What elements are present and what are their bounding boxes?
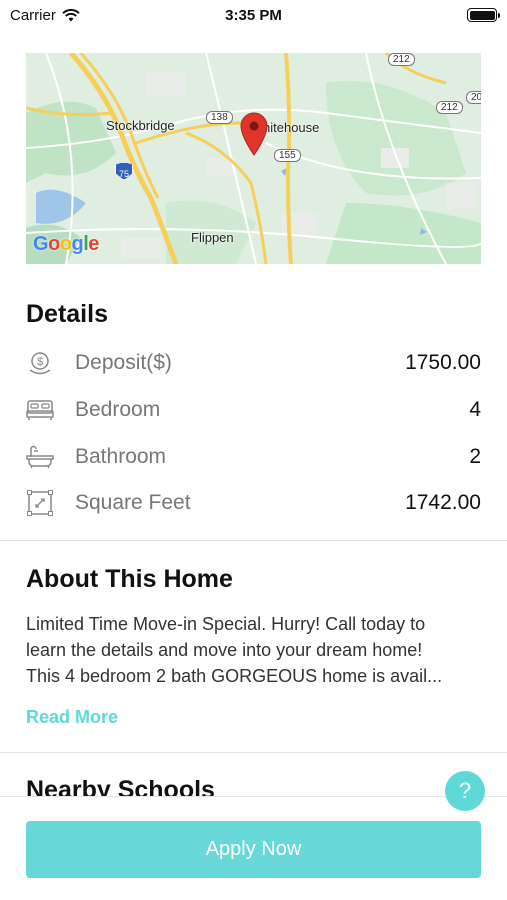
detail-value-square-feet: 1742.00 bbox=[405, 491, 481, 514]
deposit-icon: $ bbox=[26, 349, 54, 377]
detail-row-bedroom: Bedroom 4 bbox=[26, 390, 481, 430]
route-212-shield-right: 212 bbox=[436, 101, 463, 114]
carrier-label: Carrier bbox=[10, 6, 56, 24]
map-label-flippen: Flippen bbox=[191, 230, 234, 245]
battery-icon bbox=[467, 8, 500, 22]
map-label-stockbridge: Stockbridge bbox=[106, 118, 175, 133]
about-line-1: Limited Time Move-in Special. Hurry! Cal… bbox=[26, 614, 426, 634]
bed-icon bbox=[26, 396, 54, 424]
about-line-3: This 4 bedroom 2 bath GORGEOUS home is a… bbox=[26, 666, 443, 686]
apply-now-button[interactable]: Apply Now bbox=[26, 821, 481, 878]
wifi-icon bbox=[62, 8, 80, 21]
detail-label-deposit: Deposit($) bbox=[75, 351, 172, 374]
map-label-whitehouse: hitehouse bbox=[263, 120, 320, 135]
detail-value-bedroom: 4 bbox=[469, 398, 481, 421]
location-pin-icon[interactable] bbox=[240, 112, 268, 156]
section-divider bbox=[0, 540, 507, 541]
detail-row-deposit: $ Deposit($) 1750.00 bbox=[26, 343, 481, 383]
google-logo: Google bbox=[33, 233, 99, 255]
route-212-shield-top: 212 bbox=[388, 53, 415, 66]
about-title: About This Home bbox=[26, 565, 233, 593]
section-divider bbox=[0, 752, 507, 753]
detail-label-bathroom: Bathroom bbox=[75, 445, 167, 468]
help-icon: ? bbox=[458, 778, 472, 803]
svg-text:$: $ bbox=[37, 356, 43, 368]
nearby-schools-title: Nearby Schools bbox=[26, 776, 215, 796]
read-more-link[interactable]: Read More bbox=[26, 707, 118, 728]
square-feet-icon bbox=[26, 489, 54, 517]
route-155-shield: 155 bbox=[274, 149, 301, 162]
detail-label-square-feet: Square Feet bbox=[75, 491, 191, 514]
map-view[interactable]: Stockbridge hitehouse Flippen 138 155 21… bbox=[26, 53, 481, 264]
details-title: Details bbox=[26, 300, 108, 328]
detail-row-bathroom: Bathroom 2 bbox=[26, 437, 481, 477]
status-bar: Carrier 3:35 PM bbox=[0, 0, 507, 30]
bottom-action-bar: Apply Now bbox=[0, 796, 507, 900]
bathtub-icon bbox=[26, 443, 54, 471]
about-line-2: learn the details and move into your dre… bbox=[26, 640, 423, 660]
route-20-shield: 20 bbox=[466, 91, 481, 104]
detail-value-deposit: 1750.00 bbox=[405, 351, 481, 374]
detail-row-square-feet: Square Feet 1742.00 bbox=[26, 483, 481, 523]
help-button[interactable]: ? bbox=[445, 771, 485, 811]
route-138-shield: 138 bbox=[206, 111, 233, 124]
status-left: Carrier bbox=[10, 7, 80, 24]
detail-label-bedroom: Bedroom bbox=[75, 398, 161, 421]
about-description: Limited Time Move-in Special. Hurry! Cal… bbox=[26, 611, 486, 689]
detail-value-bathroom: 2 bbox=[469, 445, 481, 468]
